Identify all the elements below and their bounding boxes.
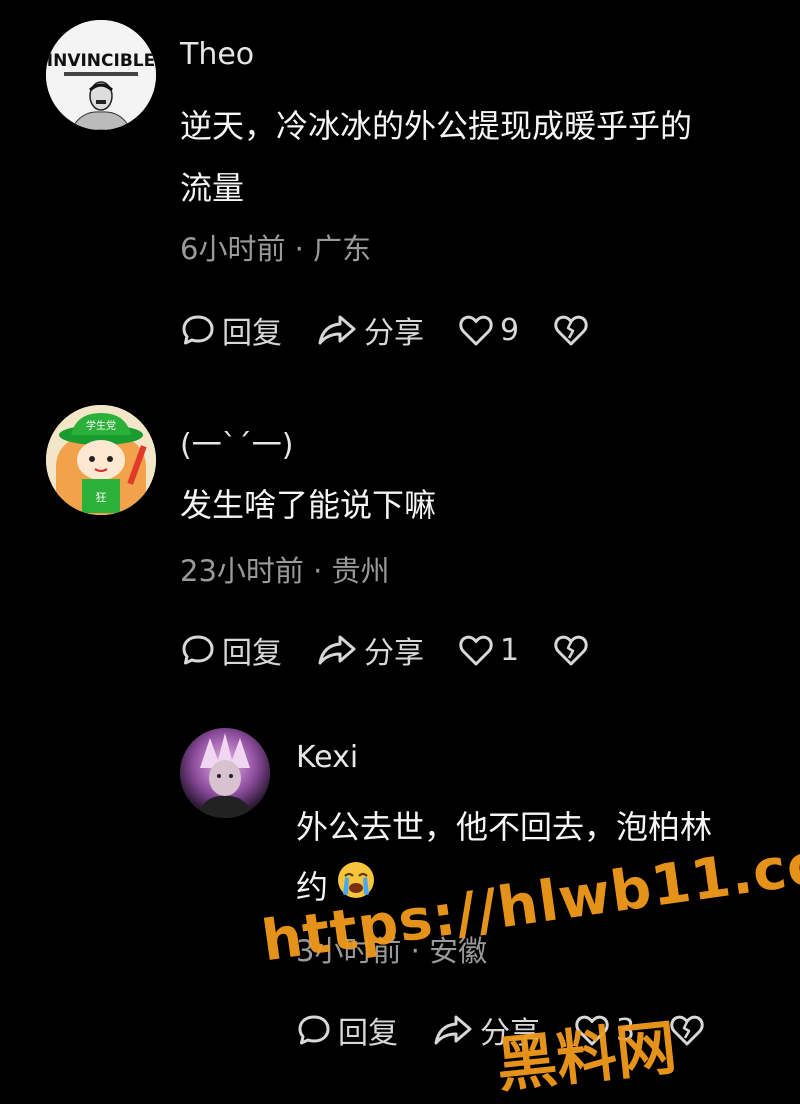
username[interactable]: Theo	[180, 37, 254, 72]
reply-label: 回复	[338, 1016, 398, 1051]
speech-bubble-icon	[182, 635, 214, 665]
comment-actions: 回复 分享 9	[180, 308, 623, 352]
avatar-user-2[interactable]: 学生党 狂	[46, 405, 156, 515]
dislike-button[interactable]	[553, 313, 589, 347]
dislike-button[interactable]	[553, 633, 589, 667]
like-button[interactable]: 1	[458, 633, 519, 668]
avatar-theo[interactable]: INVINCIBLE	[46, 20, 156, 130]
share-button[interactable]: 分享	[316, 308, 424, 352]
like-count: 1	[500, 632, 520, 668]
username[interactable]: (一`´一)	[180, 420, 293, 464]
speech-bubble-icon	[182, 315, 214, 345]
reply-label: 回复	[222, 636, 282, 671]
share-button[interactable]: 分享	[316, 628, 424, 672]
reply-label: 回复	[222, 316, 282, 351]
share-label: 分享	[364, 636, 424, 671]
avatar-hat-text: 学生党	[86, 419, 116, 432]
share-arrow-icon	[318, 315, 356, 345]
share-label: 分享	[364, 316, 424, 351]
heart-icon	[459, 315, 493, 346]
reply-button[interactable]: 回复	[296, 1008, 398, 1052]
share-arrow-icon	[318, 635, 356, 665]
comment-text-line-1: 外公去世，他不回去，泡柏林	[296, 808, 713, 846]
like-count: 9	[500, 312, 520, 348]
comment-meta: 23小时前 · 贵州	[180, 554, 390, 588]
cartoon-avatar-image: 学生党 狂	[46, 405, 156, 515]
broken-heart-icon	[554, 635, 588, 666]
broken-heart-icon	[554, 315, 588, 346]
reply-button[interactable]: 回复	[180, 628, 282, 672]
like-button[interactable]: 9	[458, 313, 519, 348]
share-arrow-icon	[434, 1015, 472, 1045]
invincible-avatar-image: INVINCIBLE	[46, 20, 156, 130]
watermark-site-name: 黑料网	[493, 1012, 680, 1102]
avatar-kexi[interactable]	[180, 728, 270, 818]
comment-actions: 回复 分享 1	[180, 628, 623, 672]
username[interactable]: Kexi	[296, 740, 358, 775]
comment-meta: 6小时前 · 广东	[180, 232, 372, 266]
comment-text-line-2: 流量	[180, 169, 245, 207]
avatar-logo-text: INVINCIBLE	[47, 51, 155, 71]
comment-text-line-1: 逆天，冷冰冰的外公提现成暖乎乎的	[180, 107, 693, 145]
anime-avatar-image	[180, 728, 270, 818]
speech-bubble-icon	[298, 1015, 330, 1045]
comment-text-line-1: 发生啥了能说下嘛	[180, 486, 437, 524]
heart-icon	[459, 635, 493, 666]
reply-button[interactable]: 回复	[180, 308, 282, 352]
avatar-badge-text: 狂	[96, 491, 107, 504]
